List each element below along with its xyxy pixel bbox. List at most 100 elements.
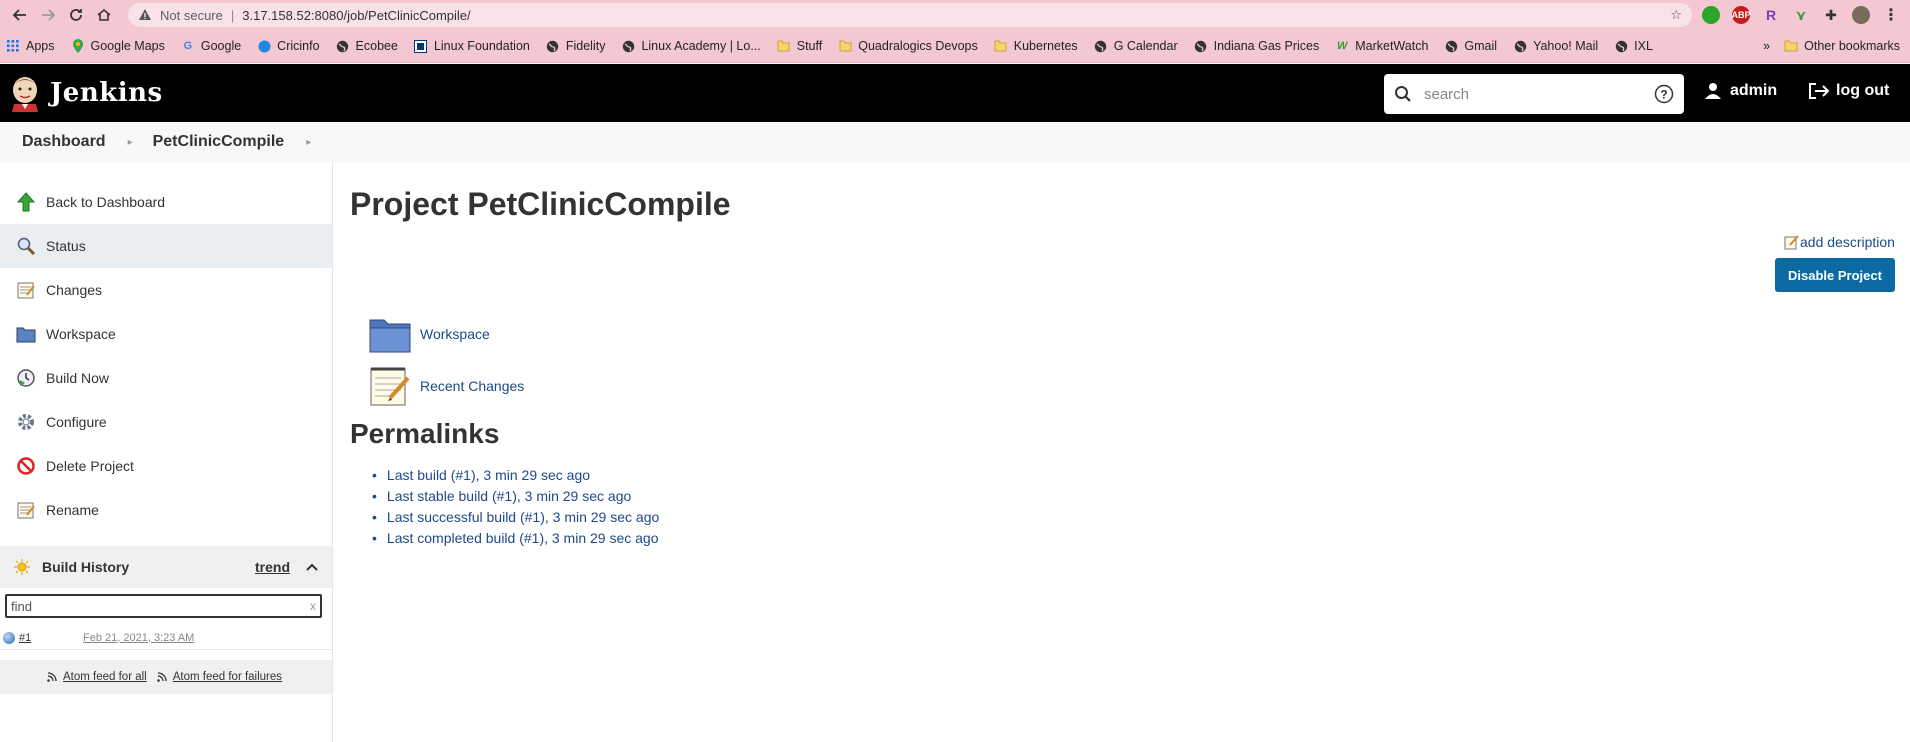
bookmark-item[interactable]: Yahoo! Mail (1513, 39, 1598, 53)
edit-icon (1784, 235, 1799, 250)
user-link[interactable]: admin (1704, 82, 1777, 100)
bookmark-label: Stuff (796, 39, 823, 53)
add-description-link[interactable]: add description (1784, 234, 1895, 250)
bookmark-item[interactable]: W MarketWatch (1335, 39, 1428, 53)
bookmark-item[interactable]: Quadralogics Devops (838, 39, 978, 53)
bookmark-item[interactable]: Fidelity (546, 39, 605, 53)
clear-filter-button[interactable]: x (310, 599, 316, 613)
workspace-link[interactable]: Workspace (368, 308, 524, 360)
permalink-last-stable-build[interactable]: Last stable build (#1), 3 min 29 sec ago (372, 485, 659, 506)
logout-label: log out (1836, 82, 1890, 99)
task-list: Back to Dashboard Status Changes Workspa… (0, 162, 332, 532)
atom-feed-all-link[interactable]: Atom feed for all (47, 671, 147, 683)
bookmark-item[interactable]: Ecobee (336, 39, 398, 53)
bookmark-item[interactable]: Kubernetes (994, 39, 1078, 53)
build-filter-input[interactable] (11, 598, 310, 614)
search-icon (1395, 86, 1411, 102)
rss-icon (156, 672, 167, 682)
sun-weather-icon (14, 559, 30, 575)
help-icon[interactable]: ? (1654, 84, 1674, 104)
bookmark-item[interactable]: IXL (1614, 39, 1653, 53)
permalink-last-completed-build[interactable]: Last completed build (#1), 3 min 29 sec … (372, 527, 659, 548)
bookmark-star-icon[interactable]: ☆ (1670, 7, 1682, 23)
back-icon[interactable] (6, 1, 34, 29)
task-label: Back to Dashboard (46, 194, 166, 210)
forward-icon[interactable] (34, 1, 62, 29)
task-changes[interactable]: Changes (0, 268, 332, 312)
task-status[interactable]: Status (0, 224, 332, 268)
sprout-extension-icon[interactable]: ⋎ (1792, 6, 1810, 24)
build-date-link[interactable]: Feb 21, 2021, 3:23 AM (83, 632, 194, 644)
puzzle-extensions-icon[interactable]: ✚ (1822, 6, 1840, 24)
task-build-now[interactable]: Build Now (0, 356, 332, 400)
green-extension-icon[interactable] (1702, 6, 1720, 24)
build-number-link[interactable]: #1 (19, 632, 83, 644)
search-input[interactable] (1424, 85, 1654, 103)
user-icon (1705, 83, 1721, 99)
globe-icon (336, 39, 350, 53)
task-rename[interactable]: Rename (0, 488, 332, 532)
home-icon[interactable] (90, 1, 118, 29)
logout-link[interactable]: log out (1808, 82, 1889, 100)
bookmark-label: IXL (1634, 39, 1653, 53)
reload-icon[interactable] (62, 1, 90, 29)
bookmark-item[interactable]: Linux Foundation (414, 39, 530, 53)
folder-icon (369, 319, 411, 353)
task-workspace[interactable]: Workspace (0, 312, 332, 356)
globe-icon (1444, 39, 1458, 53)
bookmark-item[interactable]: Stuff (777, 39, 822, 53)
task-delete-project[interactable]: Delete Project (0, 444, 332, 488)
bookmark-item[interactable]: Google Maps (71, 39, 165, 53)
atom-feed-failures-link[interactable]: Atom feed for failures (156, 671, 282, 683)
breadcrumb-dashboard[interactable]: Dashboard (22, 133, 106, 151)
bookmark-label: Yahoo! Mail (1533, 39, 1599, 53)
recent-changes-link[interactable]: Recent Changes (368, 360, 524, 412)
globe-icon (1094, 39, 1108, 53)
r-extension-icon[interactable]: R (1762, 6, 1780, 24)
globe-icon (621, 39, 635, 53)
bookmark-label: Ecobee (355, 39, 398, 53)
permalinks-heading: Permalinks (350, 418, 500, 449)
gear-icon (14, 410, 38, 434)
kebab-menu-icon[interactable]: ⋮ (1882, 6, 1900, 24)
more-bookmarks-button[interactable]: » (1763, 39, 1770, 53)
permalink-last-successful-build[interactable]: Last successful build (#1), 3 min 29 sec… (372, 506, 659, 527)
permalink-last-build[interactable]: Last build (#1), 3 min 29 sec ago (372, 464, 659, 485)
other-bookmarks-label: Other bookmarks (1804, 39, 1900, 53)
globe-icon (1194, 39, 1208, 53)
bookmark-label: Gmail (1464, 39, 1498, 53)
breadcrumb-chevron-icon[interactable]: ▸ (306, 137, 311, 148)
other-bookmarks-folder[interactable]: Other bookmarks (1784, 39, 1900, 53)
build-history-header: Build History trend (0, 546, 332, 588)
recent-changes-link-label: Recent Changes (420, 378, 525, 394)
disable-project-button[interactable]: Disable Project (1775, 258, 1895, 292)
folder-icon (14, 322, 38, 346)
bookmark-label: Linux Foundation (433, 39, 530, 53)
chevron-up-icon[interactable] (306, 563, 318, 571)
task-back-to-dashboard[interactable]: Back to Dashboard (0, 180, 332, 224)
bookmark-item[interactable]: Cricinfo (257, 39, 320, 53)
breadcrumb-project[interactable]: PetClinicCompile (153, 133, 285, 151)
url-text[interactable]: 3.17.158.52:8080/job/PetClinicCompile/ (242, 8, 1670, 23)
bookmark-item[interactable]: Apps (6, 39, 55, 53)
breadcrumb-chevron-icon[interactable]: ▸ (128, 137, 133, 148)
build-status-ball-icon (3, 631, 15, 644)
bookmark-item[interactable]: Indiana Gas Prices (1194, 39, 1319, 53)
bookmark-item[interactable]: Gmail (1444, 39, 1497, 53)
bookmark-item[interactable]: G Google (181, 39, 242, 53)
task-configure[interactable]: Configure (0, 400, 332, 444)
task-label: Status (46, 238, 86, 254)
url-separator: | (230, 7, 235, 23)
logout-icon (1809, 83, 1830, 99)
adblock-plus-icon[interactable]: ABP (1732, 6, 1751, 24)
build-filter-box[interactable]: x (5, 594, 322, 618)
address-bar[interactable]: Not secure | 3.17.158.52:8080/job/PetCli… (128, 3, 1692, 27)
bookmark-item[interactable]: Linux Academy | Lo... (621, 39, 761, 53)
jenkins-logo[interactable]: Jenkins (10, 74, 163, 112)
profile-avatar[interactable] (1852, 6, 1870, 24)
bookmark-item[interactable]: G Calendar (1094, 39, 1178, 53)
search-box[interactable]: ? (1384, 74, 1684, 114)
folder-icon (1784, 39, 1798, 53)
trend-link[interactable]: trend (255, 559, 290, 575)
atom-feed-all-label: Atom feed for all (63, 671, 147, 683)
